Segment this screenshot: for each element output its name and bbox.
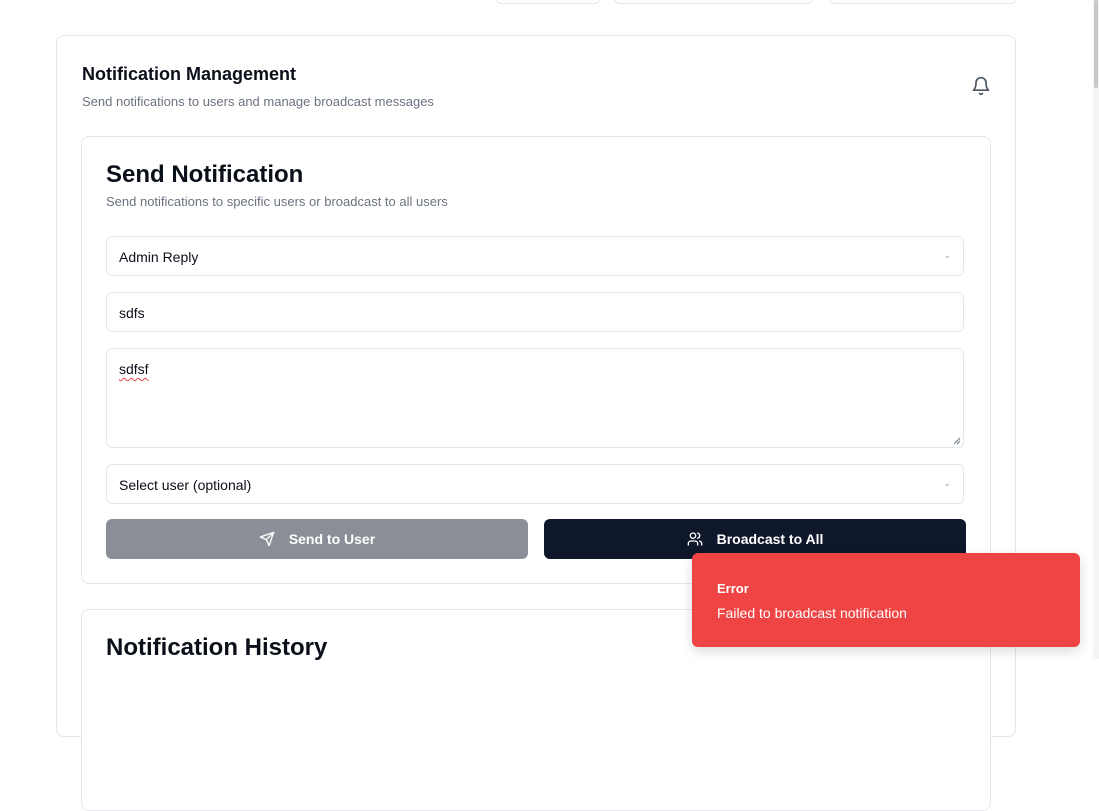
page-title: Notification Management: [82, 64, 297, 84]
send-notification-card: Send Notification Send notifications to …: [81, 136, 991, 584]
title-input-value: sdfs: [119, 305, 145, 321]
chevron-down-icon: ⌄: [943, 250, 951, 260]
message-textarea-value: sdfsf: [119, 361, 149, 377]
top-button-1[interactable]: [496, 0, 600, 4]
send-notification-subtitle: Send notifications to specific users or …: [106, 194, 448, 209]
notification-type-value: Admin Reply: [119, 249, 199, 265]
chevron-down-icon: ⌄: [943, 478, 951, 488]
toast-title: Error: [717, 581, 749, 596]
toast-message: Failed to broadcast notification: [717, 605, 907, 621]
top-button-3[interactable]: [829, 0, 1017, 4]
notification-history-title: Notification History: [106, 634, 328, 661]
top-button-2[interactable]: [614, 0, 813, 4]
scrollbar[interactable]: [1093, 0, 1099, 659]
send-notification-title: Send Notification: [106, 161, 304, 188]
broadcast-to-all-label: Broadcast to All: [716, 531, 824, 547]
send-icon: [259, 531, 275, 547]
title-input[interactable]: sdfs: [106, 292, 964, 332]
bell-icon: [972, 76, 990, 96]
resize-handle-icon[interactable]: [953, 437, 961, 445]
error-toast[interactable]: Error Failed to broadcast notification: [692, 553, 1080, 647]
message-textarea[interactable]: sdfsf: [106, 348, 964, 448]
scrollbar-thumb[interactable]: [1094, 0, 1098, 88]
page-subtitle: Send notifications to users and manage b…: [82, 94, 434, 109]
users-icon: [687, 532, 702, 546]
user-select[interactable]: Select user (optional) ⌄: [106, 464, 964, 504]
send-to-user-button[interactable]: Send to User: [106, 519, 528, 559]
send-to-user-label: Send to User: [288, 531, 376, 547]
user-select-value: Select user (optional): [119, 477, 252, 493]
notification-type-select[interactable]: Admin Reply ⌄: [106, 236, 964, 276]
